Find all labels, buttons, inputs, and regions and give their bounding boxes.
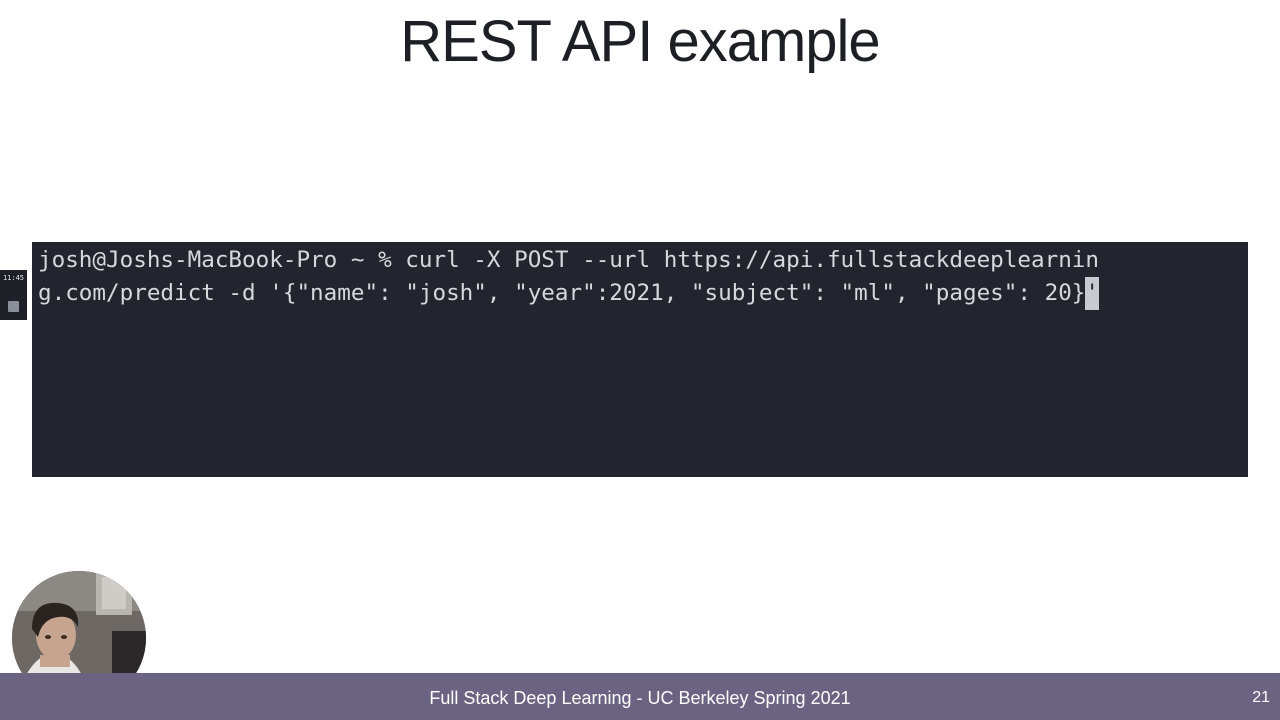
stop-icon[interactable] — [8, 301, 19, 312]
slide-title: REST API example — [400, 9, 880, 74]
footer-bar: Full Stack Deep Learning - UC Berkeley S… — [0, 673, 1280, 720]
terminal-window[interactable]: josh@Joshs-MacBook-Pro ~ % curl -X POST … — [32, 242, 1248, 477]
recording-widget: 11:45 — [0, 270, 27, 320]
terminal-line-2: g.com/predict -d '{"name": "josh", "year… — [38, 277, 1242, 310]
terminal-line-2-text: g.com/predict -d '{"name": "josh", "year… — [38, 280, 1086, 306]
recording-timer: 11:45 — [2, 274, 25, 282]
footer-course-title: Full Stack Deep Learning - UC Berkeley S… — [429, 688, 851, 708]
terminal-cursor: ' — [1085, 277, 1100, 310]
page-number: 21 — [1252, 689, 1270, 706]
terminal-line-1: josh@Joshs-MacBook-Pro ~ % curl -X POST … — [38, 247, 1100, 273]
slide: REST API example 11:45 josh@Joshs-MacBoo… — [0, 0, 1280, 720]
